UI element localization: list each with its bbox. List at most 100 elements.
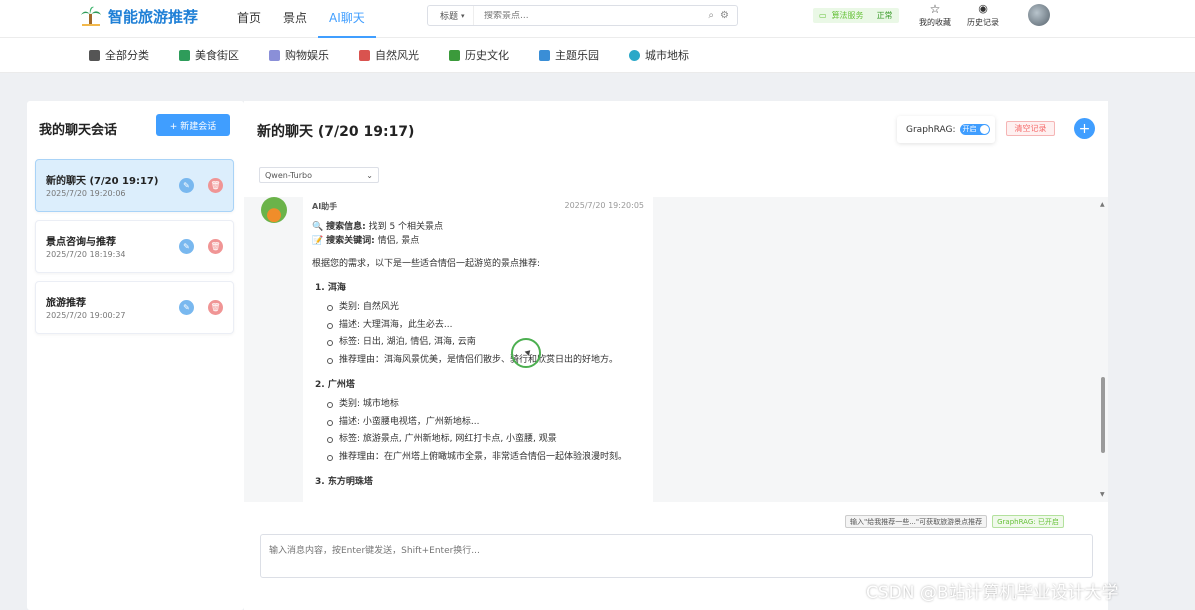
session-title: 景点咨询与推荐 [46, 237, 116, 248]
category-all[interactable]: 全部分类 [89, 47, 149, 63]
edit-icon[interactable]: ✎ [179, 178, 194, 193]
nav-home[interactable]: 首页 [226, 0, 272, 38]
category-label: 美食街区 [195, 49, 239, 62]
shopping-icon [269, 49, 280, 61]
session-item[interactable]: 旅游推荐 2025/7/20 19:00:27 ✎ 🗑 [35, 281, 234, 334]
nav-attractions[interactable]: 景点 [272, 0, 318, 38]
eye-icon: ◉ [978, 2, 988, 15]
keywords-value: 情侣, 景点 [377, 236, 420, 246]
recommendation-detail: 标签: 旅游景点, 广州新地标, 网红打卡点, 小蛮腰, 观景 [327, 431, 644, 449]
message-time: 2025/7/20 19:20:05 [564, 201, 645, 210]
message-list: AI助手 2025/7/20 19:20:05 🔍 搜索信息: 找到 5 个相关… [244, 197, 1108, 502]
recommendation-detail: 标签: 日出, 湖泊, 情侣, 洱海, 云南 [327, 334, 644, 352]
food-street-icon [179, 49, 190, 61]
history-label: 历史记录 [967, 18, 999, 27]
palm-tree-icon [81, 6, 101, 26]
message-sender: AI助手 [312, 202, 338, 211]
watermark: CSDN @B站计算机毕业设计大学 [866, 583, 1119, 603]
graphrag-label: GraphRAG: [906, 124, 956, 135]
landmark-icon [629, 49, 640, 61]
delete-icon[interactable]: 🗑 [208, 300, 223, 315]
favorites-button[interactable]: ☆ 我的收藏 [919, 3, 951, 28]
model-select[interactable]: Qwen-Turbo ⌄ [259, 167, 379, 183]
session-item[interactable]: 新的聊天 (7/20 19:17) 2025/7/20 19:20:06 ✎ 🗑 [35, 159, 234, 212]
session-time: 2025/7/20 19:20:06 [46, 189, 126, 198]
category-bar: 全部分类 美食街区 购物娱乐 自然风光 历史文化 主题乐园 城市地标 [0, 38, 1195, 73]
sidebar-title: 我的聊天会话 [39, 123, 118, 138]
category-history[interactable]: 历史文化 [449, 47, 509, 63]
category-nature[interactable]: 自然风光 [359, 47, 419, 63]
nature-icon [359, 49, 370, 61]
category-theme-park[interactable]: 主题乐园 [539, 47, 599, 63]
message-intro: 根据您的需求，以下是一些适合情侣一起游览的景点推荐: [312, 259, 541, 269]
chevron-down-icon: ▾ [461, 11, 465, 20]
keywords-label: 搜索关键词: [326, 236, 375, 246]
session-time: 2025/7/20 19:00:27 [46, 311, 126, 320]
scroll-thumb[interactable] [1101, 377, 1105, 453]
recommendation-detail: 描述: 大理洱海，此生必去... [327, 317, 644, 335]
session-time: 2025/7/20 18:19:34 [46, 250, 126, 259]
delete-icon[interactable]: 🗑 [208, 178, 223, 193]
recommendation-title: 3. 东方明珠塔 [315, 477, 373, 487]
assistant-message: AI助手 2025/7/20 19:20:05 🔍 搜索信息: 找到 5 个相关… [303, 197, 653, 502]
search-info-value: 找到 5 个相关景点 [368, 222, 444, 232]
category-landmark[interactable]: 城市地标 [629, 47, 689, 63]
new-session-button[interactable]: + 新建会话 [156, 114, 230, 136]
scroll-up-icon[interactable]: ▲ [1100, 201, 1105, 208]
edit-icon[interactable]: ✎ [179, 300, 194, 315]
gear-icon[interactable]: ⚙ [720, 10, 729, 21]
favorites-label: 我的收藏 [919, 18, 951, 27]
search-info-label: 搜索信息: [326, 222, 366, 232]
search-bar: 标题 ▾ ⌕ ⚙ [427, 5, 738, 26]
magnifier-icon: 🔍 [312, 222, 324, 232]
graphrag-control: GraphRAG: 开启 [897, 116, 995, 143]
message-input[interactable] [269, 543, 1084, 569]
logo[interactable]: 智能旅游推荐 [80, 5, 198, 27]
delete-icon[interactable]: 🗑 [208, 239, 223, 254]
category-shopping[interactable]: 购物娱乐 [269, 47, 329, 63]
search-icon[interactable]: ⌕ [708, 10, 714, 21]
top-navbar: 智能旅游推荐 首页 景点 AI聊天 标题 ▾ ⌕ ⚙ ▭ 算法服务 正常 ☆ 我… [0, 0, 1195, 38]
edit-icon[interactable]: ✎ [179, 239, 194, 254]
session-title: 旅游推荐 [46, 298, 86, 309]
category-label: 自然风光 [375, 49, 419, 62]
category-label: 主题乐园 [555, 49, 599, 62]
user-avatar[interactable] [1028, 4, 1050, 26]
grid-icon [89, 49, 100, 61]
graphrag-status-tag: GraphRAG: 已开启 [992, 515, 1064, 528]
graphrag-toggle[interactable]: 开启 [959, 124, 990, 135]
chat-panel: 新的聊天 (7/20 19:17) GraphRAG: 开启 清空记录 + Qw… [244, 101, 1108, 610]
status-value: 正常 [876, 11, 893, 20]
message-scrollbar[interactable]: ▲ ▼ [1098, 197, 1108, 502]
recommendation-detail: 类别: 自然风光 [327, 299, 644, 317]
monitor-icon: ▭ [819, 11, 827, 20]
add-icon[interactable]: + [1074, 118, 1095, 139]
search-type-label: 标题 [440, 12, 459, 22]
chat-title: 新的聊天 (7/20 19:17) [257, 124, 415, 140]
category-food[interactable]: 美食街区 [179, 47, 239, 63]
memo-icon: 📝 [312, 236, 324, 246]
recommendation-title: 1. 洱海 [315, 283, 346, 293]
service-status-badge: ▭ 算法服务 正常 [813, 8, 899, 23]
session-item[interactable]: 景点咨询与推荐 2025/7/20 18:19:34 ✎ 🗑 [35, 220, 234, 273]
recommendation-title: 2. 广州塔 [315, 380, 355, 390]
category-label: 全部分类 [105, 49, 149, 62]
category-label: 历史文化 [465, 49, 509, 62]
recommendation-detail: 推荐理由：洱海风景优美，是情侣们散步、骑行和欣赏日出的好地方。 [327, 352, 644, 370]
search-type-select[interactable]: 标题 ▾ [428, 6, 474, 25]
history-button[interactable]: ◉ 历史记录 [967, 3, 999, 28]
scroll-down-icon[interactable]: ▼ [1100, 491, 1105, 498]
message-input-box [260, 534, 1093, 578]
mouse-cursor-icon [511, 338, 541, 368]
search-input[interactable] [474, 10, 709, 21]
main-nav: 首页 景点 AI聊天 [226, 0, 376, 38]
model-value: Qwen-Turbo [265, 170, 312, 180]
nav-ai-chat[interactable]: AI聊天 [318, 0, 376, 38]
recommendation-detail: 类别: 城市地标 [327, 396, 644, 414]
clear-history-button[interactable]: 清空记录 [1006, 121, 1055, 136]
app-title: 智能旅游推荐 [108, 7, 199, 26]
status-label: 算法服务 [831, 11, 864, 20]
theme-park-icon [539, 49, 550, 61]
category-label: 城市地标 [645, 49, 689, 62]
usage-hint: 输入"给我推荐一些..."可获取旅游景点推荐 [845, 515, 988, 528]
